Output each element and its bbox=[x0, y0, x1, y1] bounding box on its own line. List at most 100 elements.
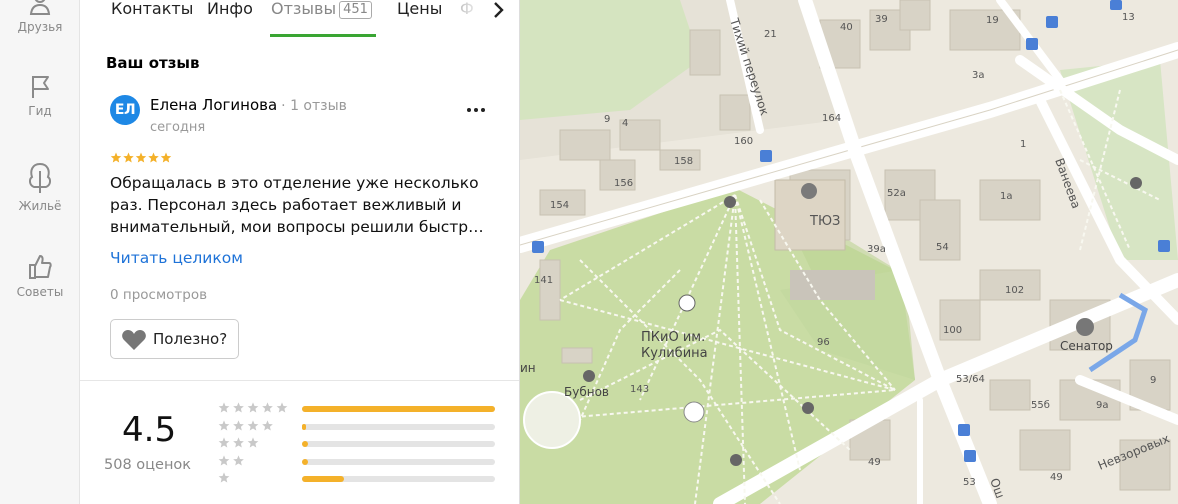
flag-icon bbox=[32, 76, 49, 98]
star-icon bbox=[233, 437, 244, 448]
tab-prices-label: Цены bbox=[397, 0, 443, 18]
rail-item-housing[interactable]: Жильё bbox=[0, 161, 80, 213]
star-icon bbox=[233, 402, 244, 413]
rating-row-stars bbox=[218, 454, 244, 466]
house-number: 4 bbox=[622, 118, 628, 129]
star-icon bbox=[135, 152, 147, 163]
rail-label-housing: Жильё bbox=[18, 199, 62, 213]
rating-row-4 bbox=[218, 419, 498, 438]
tab-reviews-label: Отзывы bbox=[271, 0, 337, 18]
house-number: 49 bbox=[1050, 472, 1063, 483]
label-partial-in: ин bbox=[520, 361, 536, 375]
rating-bar-track bbox=[302, 441, 495, 447]
place-panel: Контакты Инфо Отзывы451 Цены Ф Ваш отзыв… bbox=[80, 0, 520, 504]
rating-bar-fill bbox=[302, 441, 308, 447]
rating-row-stars bbox=[218, 437, 259, 448]
star-icon bbox=[218, 402, 230, 413]
house-number: 40 bbox=[840, 22, 853, 33]
house-number: 53 bbox=[963, 477, 976, 488]
star-icon bbox=[247, 419, 259, 431]
star-icon bbox=[276, 402, 288, 413]
tab-info[interactable]: Инфо bbox=[207, 0, 253, 38]
rail-item-guide[interactable]: Гид bbox=[0, 74, 80, 118]
rating-bar-fill bbox=[302, 423, 306, 430]
read-more-link[interactable]: Читать целиком bbox=[110, 249, 243, 267]
chevron-right-icon[interactable] bbox=[488, 0, 508, 20]
star-icon bbox=[160, 152, 172, 163]
house-number: 1a bbox=[1000, 191, 1013, 202]
label-tyuz: ТЮЗ bbox=[809, 214, 840, 229]
tab-bar: Контакты Инфо Отзывы451 Цены Ф bbox=[80, 0, 519, 38]
rating-row-stars bbox=[218, 402, 288, 413]
rating-bar-track bbox=[302, 406, 495, 412]
tab-info-label: Инфо bbox=[207, 0, 253, 18]
label-park-2: Кулибина bbox=[641, 346, 708, 361]
useful-label: Полезно? bbox=[153, 330, 228, 348]
rating-bar-fill bbox=[302, 458, 308, 465]
house-number: 154 bbox=[550, 200, 569, 211]
heart-icon bbox=[122, 330, 146, 350]
star-icon bbox=[110, 152, 122, 163]
tab-contacts-label: Контакты bbox=[111, 0, 194, 18]
label-bubnov: Бубнов bbox=[564, 385, 609, 399]
overall-rating: 4.5 bbox=[122, 410, 177, 450]
housing-icon bbox=[28, 163, 52, 193]
star-icon bbox=[262, 402, 273, 413]
reviews-count-badge: 451 bbox=[339, 1, 372, 19]
star-icon bbox=[262, 419, 273, 431]
house-number: 164 bbox=[822, 113, 841, 124]
rail-item-tips[interactable]: Советы bbox=[0, 253, 80, 299]
house-number: 1 bbox=[1020, 139, 1026, 150]
author-review-count: · 1 отзыв bbox=[281, 98, 347, 114]
house-number: 96 bbox=[817, 337, 830, 348]
avatar[interactable]: ЕЛ bbox=[110, 95, 140, 125]
label-senator: Сенатор bbox=[1060, 339, 1113, 353]
house-number: 19 bbox=[986, 15, 999, 26]
rail-label-guide: Гид bbox=[28, 104, 52, 118]
star-icon bbox=[247, 402, 259, 413]
star-icon bbox=[218, 454, 230, 466]
rail-item-friends[interactable]: Друзья bbox=[0, 0, 80, 34]
star-icon bbox=[218, 419, 230, 431]
house-number: 52а bbox=[887, 188, 906, 199]
house-number: 54 bbox=[936, 242, 949, 253]
star-icon bbox=[218, 437, 230, 448]
views-count: 0 просмотров bbox=[110, 287, 208, 303]
review-date: сегодня bbox=[150, 120, 206, 135]
tab-reviews[interactable]: Отзывы 451 bbox=[271, 0, 372, 38]
house-number: 53/64 bbox=[956, 374, 985, 385]
house-number: 9 bbox=[604, 114, 610, 125]
house-number: 9а bbox=[1096, 400, 1109, 411]
star-icon bbox=[233, 454, 244, 466]
useful-button[interactable]: Полезно? bbox=[110, 319, 239, 359]
rating-row-stars bbox=[218, 419, 273, 431]
rating-row-5 bbox=[218, 402, 498, 420]
house-number: 9 bbox=[1150, 375, 1156, 386]
rating-row-2 bbox=[218, 454, 498, 473]
rating-bar-track bbox=[302, 423, 495, 430]
author-name[interactable]: Елена Логинова bbox=[150, 96, 277, 114]
review-stars bbox=[110, 152, 172, 163]
star-icon bbox=[218, 472, 230, 483]
active-tab-indicator bbox=[270, 34, 376, 37]
house-number: 158 bbox=[674, 156, 693, 167]
divider bbox=[80, 380, 519, 381]
house-number: 143 bbox=[630, 384, 649, 395]
star-icon bbox=[247, 437, 259, 448]
review-text: Обращалась в это отделение уже несколько… bbox=[110, 174, 484, 236]
map-view[interactable]: ТЮЗ ПКиО им. Кулибина Бубнов Сенатор ин … bbox=[520, 0, 1178, 504]
house-number: 156 bbox=[614, 178, 633, 189]
rating-bar-fill bbox=[302, 476, 345, 482]
house-number: 100 bbox=[943, 325, 962, 336]
house-number: 102 bbox=[1005, 285, 1024, 296]
more-options-icon[interactable] bbox=[466, 100, 486, 120]
house-number: 55б bbox=[1031, 400, 1050, 411]
star-icon bbox=[148, 152, 159, 163]
tab-prices[interactable]: Цены bbox=[397, 0, 442, 38]
rail-label-friends: Друзья bbox=[17, 20, 63, 34]
house-number: 39а bbox=[867, 244, 886, 255]
tab-contacts[interactable]: Контакты bbox=[111, 0, 193, 38]
review-author: Елена Логинова · 1 отзыв bbox=[150, 96, 347, 114]
map-canvas[interactable]: ТЮЗ ПКиО им. Кулибина Бубнов Сенатор ин … bbox=[520, 0, 1178, 504]
house-number: 21 bbox=[764, 29, 777, 40]
